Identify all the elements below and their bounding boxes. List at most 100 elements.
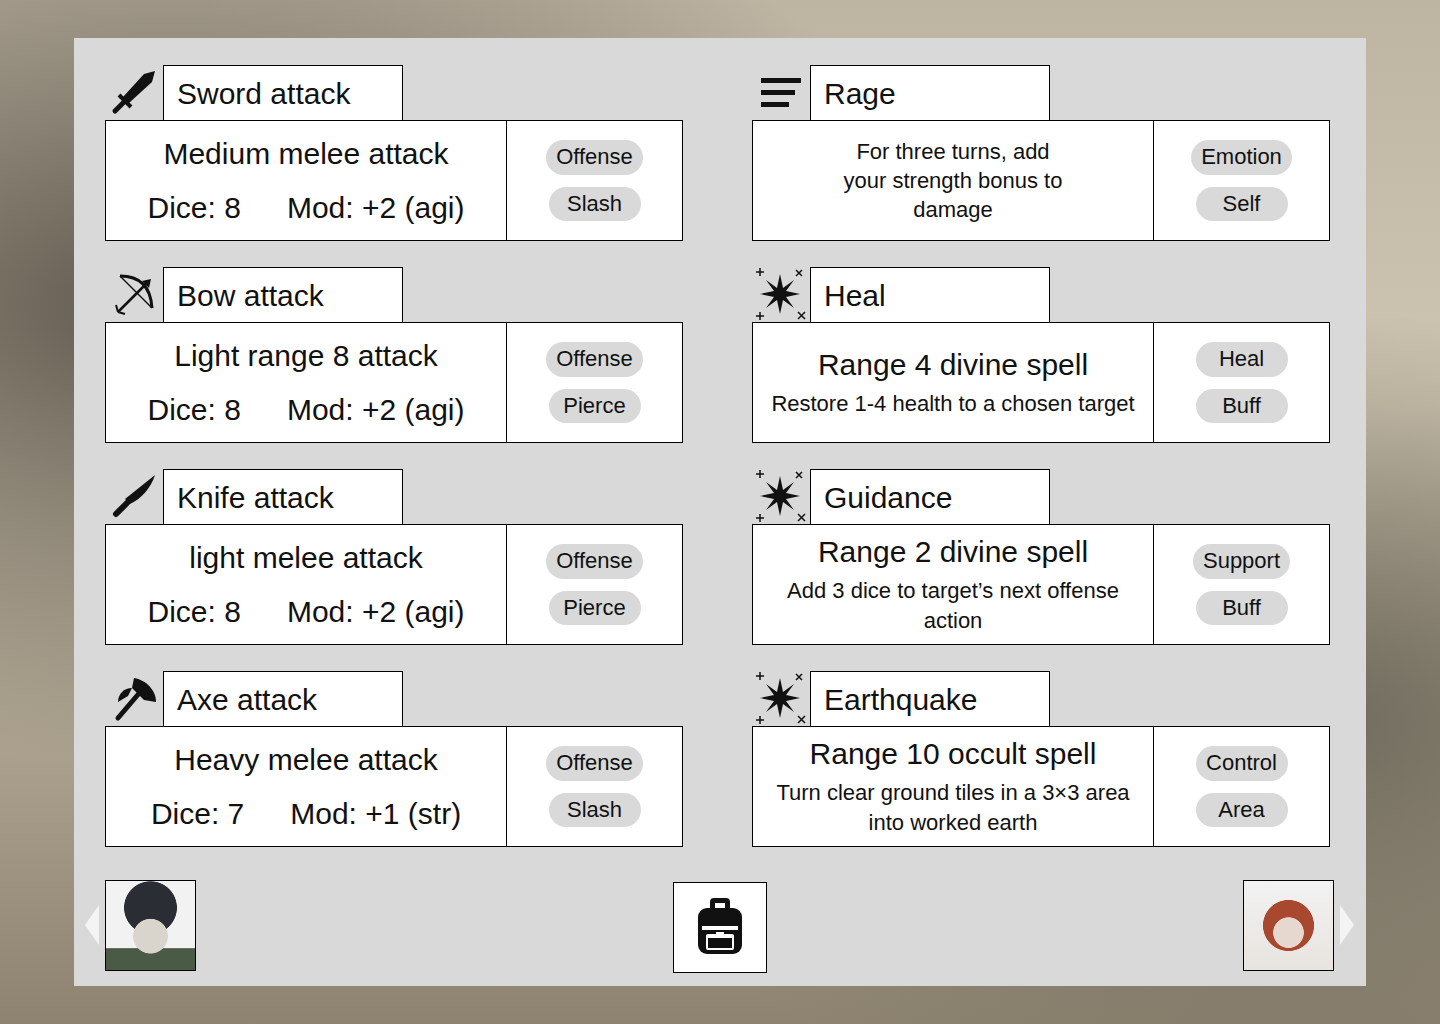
ability-details: light melee attack Dice: 8 Mod: +2 (agi)	[106, 525, 507, 644]
ability-title: Rage	[810, 65, 1050, 120]
ability-tag: Buff	[1196, 591, 1288, 625]
tag-list: OffenseSlash	[507, 121, 682, 240]
axe-icon	[105, 671, 163, 726]
ability-body: Heavy melee attack Dice: 7 Mod: +1 (str) Of…	[105, 726, 683, 847]
dice-value: Dice: 7	[151, 796, 244, 832]
dice-row: Dice: 8 Mod: +2 (agi)	[148, 594, 465, 630]
ability-heading: light melee attack	[189, 540, 422, 576]
next-character-portrait[interactable]	[1243, 880, 1334, 971]
modifier-value: Mod: +2 (agi)	[287, 392, 465, 428]
ability-details: Range 4 divine spell Restore 1-4 health t…	[753, 323, 1154, 442]
ability-description: Restore 1-4 health to a chosen target	[771, 389, 1134, 418]
dice-value: Dice: 8	[148, 392, 241, 428]
ability-card[interactable]: Heal Range 4 divine spell Restore 1-4 heal…	[752, 267, 1330, 443]
tag-list: Control Area	[1154, 727, 1329, 846]
inventory-button[interactable]	[673, 882, 767, 973]
ability-body: For three turns, add your strength bonus…	[752, 120, 1330, 241]
sword-icon	[105, 65, 163, 120]
sparkle-icon	[752, 267, 810, 322]
ability-header: Bow attack	[105, 267, 683, 322]
tag-list: Offense Pierce	[507, 323, 682, 442]
tag-list: OffensePierce	[507, 525, 682, 644]
ability-tag: Heal	[1196, 342, 1288, 376]
sparkle-icon	[752, 469, 810, 524]
dice-row: Dice: 8Mod: +2 (agi)	[148, 190, 465, 226]
sparkle-icon	[752, 468, 808, 524]
footer-bar	[105, 879, 1330, 971]
ability-card[interactable]: Rage For three turns, add your strength b…	[752, 65, 1330, 241]
ability-header: Earthquake	[752, 671, 1330, 726]
ability-title: Heal	[810, 267, 1050, 322]
backpack-icon	[692, 896, 748, 958]
ability-tag: Slash	[549, 793, 641, 827]
bow-icon	[105, 267, 163, 322]
dice-value: Dice: 8	[148, 594, 241, 630]
sparkle-icon	[752, 266, 808, 322]
ability-card[interactable]: Sword attack Medium melee attack Dice: 8Mo…	[105, 65, 683, 241]
ability-heading: Range 10 occult spell	[810, 736, 1097, 772]
ability-card[interactable]: GuidanceRange 2 divine spellAdd 3 dice t…	[752, 469, 1330, 645]
ability-card[interactable]: Knife attack light melee attack Dice: 8 Mod…	[105, 469, 683, 645]
ability-column: Rage For three turns, add your strength b…	[752, 65, 1330, 847]
ability-details: Light range 8 attack Dice: 8 Mod: +2 (agi)	[106, 323, 507, 442]
ability-card[interactable]: Axe attack Heavy melee attack Dice: 7 Mod: …	[105, 671, 683, 847]
ability-body: Range 4 divine spell Restore 1-4 health t…	[752, 322, 1330, 443]
ability-tag: Offense	[546, 342, 643, 376]
ability-details: Heavy melee attack Dice: 7 Mod: +1 (str)	[106, 727, 507, 846]
ability-description: For three turns, add your strength bonus…	[837, 137, 1069, 224]
modifier-value: Mod: +2 (agi)	[287, 190, 465, 226]
ability-tag: Slash	[549, 187, 641, 221]
ability-header: Rage	[752, 65, 1330, 120]
rage-icon	[752, 65, 810, 120]
ability-details: For three turns, add your strength bonus…	[753, 121, 1154, 240]
ability-title: Axe attack	[163, 671, 403, 726]
ability-details: Medium melee attack Dice: 8Mod: +2 (agi)	[106, 121, 507, 240]
ability-tag: Self	[1196, 187, 1288, 221]
sparkle-icon	[752, 670, 808, 726]
ability-tag: Support	[1193, 544, 1290, 578]
ability-header: Heal	[752, 267, 1330, 322]
ability-heading: Range 4 divine spell	[818, 347, 1088, 383]
ability-body: Light range 8 attack Dice: 8 Mod: +2 (agi)…	[105, 322, 683, 443]
modifier-value: Mod: +1 (str)	[290, 796, 461, 832]
bow-icon	[110, 270, 158, 318]
tag-list: Offense Slash	[507, 727, 682, 846]
ability-description: Turn clear ground tiles in a 3×3 area in…	[768, 778, 1138, 836]
ability-tag: Offense	[546, 544, 643, 578]
sword-icon	[110, 68, 158, 116]
ability-title: Bow attack	[163, 267, 403, 322]
rage-icon	[759, 72, 803, 116]
ability-body: Range 10 occult spell Turn clear ground t…	[752, 726, 1330, 847]
ability-details: Range 10 occult spell Turn clear ground t…	[753, 727, 1154, 846]
axe-icon	[110, 674, 158, 722]
ability-card[interactable]: Bow attack Light range 8 attack Dice: 8 Mod…	[105, 267, 683, 443]
sparkle-icon	[752, 671, 810, 726]
dice-row: Dice: 8 Mod: +2 (agi)	[148, 392, 465, 428]
ability-tag: Area	[1196, 793, 1288, 827]
abilities-panel: Sword attackMedium melee attackDice: 8Mo…	[74, 38, 1366, 986]
ability-body: light melee attack Dice: 8 Mod: +2 (agi) Of…	[105, 524, 683, 645]
ability-heading: Heavy melee attack	[174, 742, 437, 778]
tag-list: Support Buff	[1154, 525, 1329, 644]
ability-tag: Control	[1196, 746, 1288, 780]
ability-tag: Pierce	[549, 389, 641, 423]
ability-title: Sword attack	[163, 65, 403, 120]
next-arrow-icon[interactable]	[1340, 905, 1354, 945]
ability-header: Sword attack	[105, 65, 683, 120]
ability-description: Add 3 dice to target’s next offense acti…	[768, 576, 1138, 634]
tag-list: EmotionSelf	[1154, 121, 1329, 240]
ability-heading: Medium melee attack	[163, 136, 448, 172]
ability-card[interactable]: Earthquake Range 10 occult spell Turn clea…	[752, 671, 1330, 847]
ability-heading: Light range 8 attack	[174, 338, 438, 374]
knife-icon	[110, 472, 158, 520]
ability-tag: Buff	[1196, 389, 1288, 423]
ability-column: Sword attackMedium melee attackDice: 8Mo…	[105, 65, 683, 847]
previous-arrow-icon[interactable]	[85, 905, 99, 945]
ability-header: Knife attack	[105, 469, 683, 524]
modifier-value: Mod: +2 (agi)	[287, 594, 465, 630]
ability-header: Axe attack	[105, 671, 683, 726]
previous-character-portrait[interactable]	[105, 880, 196, 971]
ability-tag: Offense	[546, 746, 643, 780]
ability-details: Range 2 divine spellAdd 3 dice to target…	[753, 525, 1154, 644]
knife-icon	[105, 469, 163, 524]
